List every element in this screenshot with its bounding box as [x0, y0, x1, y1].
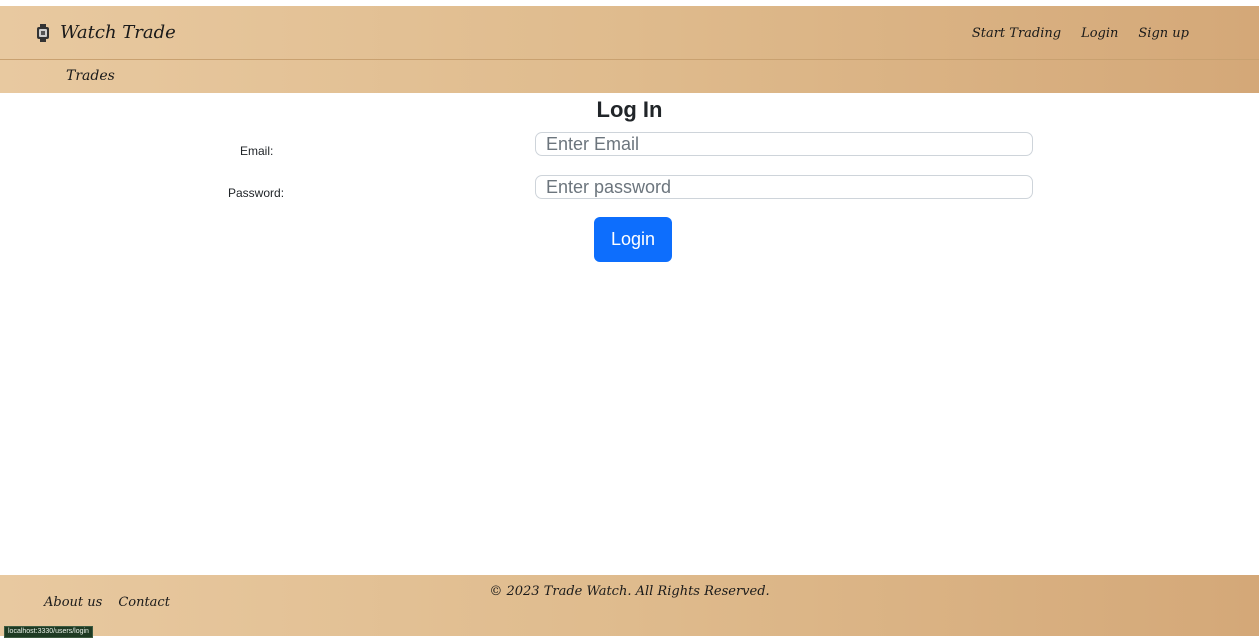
status-bar-url: localhost:3330/users/login: [4, 626, 93, 638]
brand-link[interactable]: Watch Trade: [36, 22, 176, 43]
nav-login[interactable]: Login: [1081, 26, 1118, 41]
footer: About us Contact © 2023 Trade Watch. All…: [0, 575, 1259, 636]
watch-icon: [37, 23, 49, 42]
nav-start-trading[interactable]: Start Trading: [972, 26, 1061, 41]
email-label: Email:: [240, 144, 274, 158]
login-button[interactable]: Login: [594, 217, 672, 262]
nav-sign-up[interactable]: Sign up: [1138, 26, 1189, 41]
sub-navbar: Trades: [0, 60, 1259, 93]
password-label: Password:: [228, 186, 285, 200]
navbar: Watch Trade Start Trading Login Sign up: [0, 6, 1259, 60]
nav-trades[interactable]: Trades: [66, 68, 115, 84]
copyright-text: © 2023 Trade Watch. All Rights Reserved.: [489, 584, 770, 599]
brand-name: Watch Trade: [60, 22, 176, 43]
password-input[interactable]: [535, 175, 1033, 199]
page-title: Log In: [596, 97, 663, 122]
email-input[interactable]: [535, 132, 1033, 156]
nav-links: Start Trading Login Sign up: [972, 26, 1189, 41]
